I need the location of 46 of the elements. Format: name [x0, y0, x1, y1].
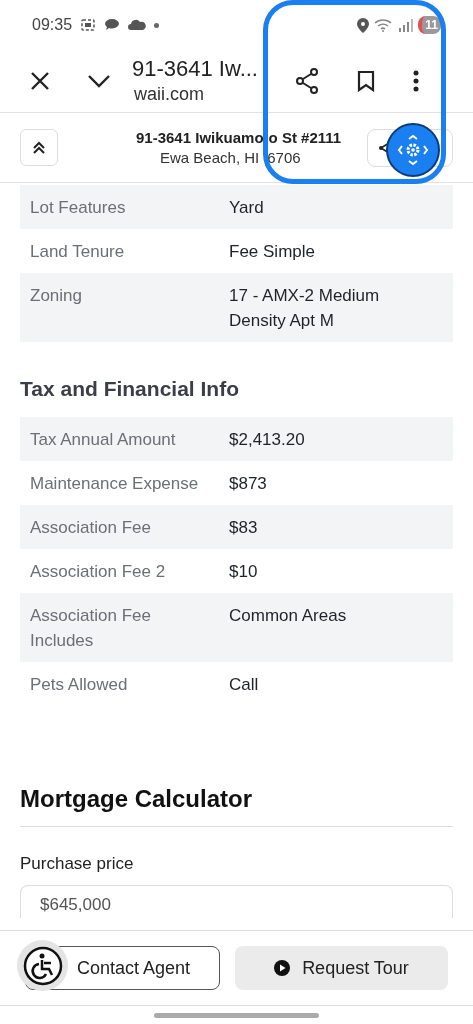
- close-icon[interactable]: [30, 71, 50, 91]
- detail-value: $873: [229, 472, 268, 495]
- signal-icon: [399, 18, 414, 32]
- status-time: 09:35: [32, 15, 73, 35]
- detail-value: Fee Simple: [229, 240, 316, 263]
- detail-value: Yard: [229, 196, 265, 219]
- city-line: Ewa Beach, HI: [160, 147, 260, 168]
- assistant-menu[interactable]: [386, 123, 440, 177]
- detail-value: $10: [229, 560, 259, 583]
- address-line: 91-3641 Iwikuamo: [136, 127, 264, 148]
- detail-label: Pets Allowed: [30, 673, 129, 696]
- play-icon: [274, 960, 291, 976]
- more-icon[interactable]: [413, 70, 419, 92]
- collapse-button[interactable]: [20, 129, 58, 166]
- city-line: 6706: [267, 147, 301, 168]
- field-label: Purchase price: [20, 853, 135, 875]
- detail-label: Tax Annual Amount: [30, 428, 177, 451]
- chat-icon: [104, 18, 121, 32]
- detail-value: 17 - AMX-2 Medium Density Apt M: [229, 284, 381, 332]
- request-tour-button[interactable]: Request Tour: [235, 946, 448, 990]
- detail-label: Association Fee: [30, 516, 152, 539]
- detail-label: Lot Features: [30, 196, 127, 219]
- share-icon[interactable]: [295, 68, 319, 94]
- screenshot-icon: [80, 18, 97, 32]
- detail-label: Zoning: [30, 284, 83, 307]
- purchase-price-field[interactable]: $645,000: [20, 885, 453, 918]
- detail-label: Maintenance Expense: [30, 472, 200, 495]
- detail-value: $2,413.20: [229, 428, 306, 451]
- location-icon: [357, 17, 370, 33]
- page-url: waii.com: [134, 83, 204, 106]
- detail-value: Call: [229, 673, 260, 696]
- battery-indicator: 11: [418, 16, 441, 34]
- detail-label: Land Tenure: [30, 240, 126, 263]
- bookmark-icon[interactable]: [357, 70, 375, 92]
- detail-value: Common Areas: [229, 604, 348, 627]
- address-line: o St #2111: [268, 127, 342, 148]
- detail-label: Association Fee Includes: [30, 604, 152, 652]
- wheelchair-icon: [22, 945, 63, 986]
- detail-value: $83: [229, 516, 259, 539]
- section-heading: Tax and Financial Info: [20, 376, 240, 402]
- cloud-icon: [128, 19, 147, 31]
- section-heading: Mortgage Calculator: [20, 784, 254, 814]
- chevron-down-icon[interactable]: [87, 74, 111, 88]
- detail-label: Association Fee 2: [30, 560, 167, 583]
- move-gear-icon: [395, 132, 431, 168]
- double-chevron-up-icon: [32, 140, 46, 155]
